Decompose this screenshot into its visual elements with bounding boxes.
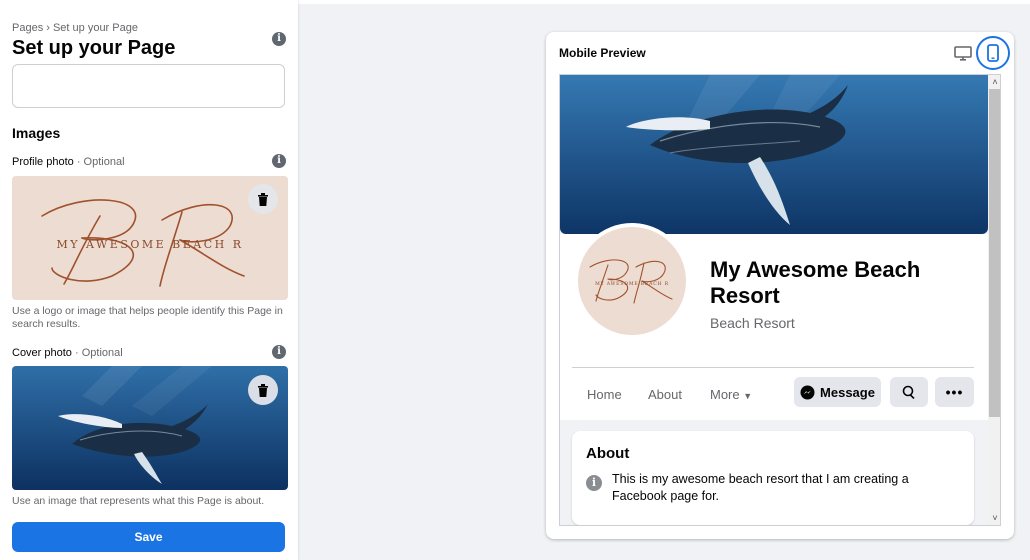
- message-button-label: Message: [820, 384, 875, 400]
- caret-down-icon: ▼: [743, 391, 753, 401]
- divider: [572, 367, 974, 368]
- br-logo-image: MY AWESOME BEACH R: [41, 199, 245, 287]
- br-logo-image: MY AWESOME BEACH R: [589, 259, 673, 304]
- about-title: About: [586, 445, 630, 462]
- message-button[interactable]: Message: [794, 377, 881, 407]
- desktop-icon: [954, 46, 972, 61]
- optional-text: · Optional: [73, 156, 125, 168]
- editor-scroll-area[interactable]: Pages › Set up your Page Set up your Pag…: [0, 0, 298, 508]
- optional-text: · Optional: [71, 347, 123, 359]
- tab-more[interactable]: More ▼: [710, 387, 752, 402]
- tab-about[interactable]: About: [648, 387, 682, 402]
- breadcrumb[interactable]: Pages › Set up your Page: [12, 22, 138, 34]
- profile-photo-preview[interactable]: MY AWESOME BEACH R: [12, 176, 288, 300]
- whale-image: [12, 366, 288, 490]
- desktop-preview-button[interactable]: [954, 44, 972, 62]
- page-title: Set up your Page: [12, 37, 176, 59]
- cover-photo-preview[interactable]: [12, 366, 288, 490]
- search-icon: [902, 385, 915, 399]
- messenger-icon: [800, 385, 815, 399]
- profile-photo-label: Profile photo · Optional: [12, 156, 125, 168]
- save-button[interactable]: Save: [12, 522, 285, 552]
- info-icon[interactable]: i: [272, 345, 286, 359]
- info-icon[interactable]: i: [272, 32, 286, 46]
- cover-photo-label-text: Cover photo: [12, 347, 72, 359]
- tab-home[interactable]: Home: [587, 387, 622, 402]
- about-text: This is my awesome beach resort that I a…: [612, 472, 909, 503]
- mobile-preview-button[interactable]: [976, 36, 1010, 70]
- profile-photo-label-text: Profile photo: [12, 156, 74, 168]
- more-options-button[interactable]: •••: [935, 377, 974, 407]
- trash-icon: [258, 192, 268, 206]
- delete-profile-photo-button[interactable]: [248, 184, 278, 214]
- cover-photo-label: Cover photo · Optional: [12, 347, 123, 359]
- avatar[interactable]: MY AWESOME BEACH R: [574, 223, 690, 339]
- preview-title: Mobile Preview: [559, 46, 646, 60]
- tab-more-label: More: [710, 387, 740, 402]
- top-strip: [298, 0, 1030, 4]
- page-name: My Awesome Beach Resort: [710, 257, 921, 308]
- images-heading: Images: [12, 125, 61, 141]
- profile-photo-help: Use a logo or image that helps people id…: [12, 305, 283, 330]
- mobile-icon: [987, 44, 999, 62]
- delete-cover-photo-button[interactable]: [248, 375, 278, 405]
- scroll-down-icon[interactable]: ˅: [988, 511, 1000, 525]
- description-textarea[interactable]: [12, 64, 285, 108]
- info-icon[interactable]: i: [272, 154, 286, 168]
- logo-text: MY AWESOME BEACH R: [595, 281, 669, 287]
- cover-photo-help: Use an image that represents what this P…: [12, 495, 265, 507]
- info-icon: i: [586, 475, 602, 491]
- whale-image: [560, 75, 988, 234]
- trash-icon: [258, 383, 268, 397]
- ellipsis-icon: •••: [945, 384, 964, 400]
- about-card: About i This is my awesome beach resort …: [572, 431, 974, 525]
- logo-text: MY AWESOME BEACH R: [56, 238, 243, 251]
- page-category: Beach Resort: [710, 315, 795, 331]
- mobile-preview-card: Mobile Preview MY AWESOME BEACH R My Awe…: [546, 32, 1014, 539]
- page-preview: MY AWESOME BEACH R My Awesome Beach Reso…: [560, 75, 988, 525]
- cover-photo: [560, 75, 988, 234]
- scrollbar-thumb[interactable]: [989, 89, 1000, 417]
- save-bar: Save: [0, 508, 298, 560]
- editor-panel: Pages › Set up your Page Set up your Pag…: [0, 0, 298, 560]
- mobile-viewport[interactable]: MY AWESOME BEACH R My Awesome Beach Reso…: [559, 74, 1001, 526]
- search-button[interactable]: [890, 377, 928, 407]
- scroll-up-icon[interactable]: ˄: [988, 75, 1000, 89]
- scrollbar[interactable]: ˄ ˅: [988, 75, 1000, 525]
